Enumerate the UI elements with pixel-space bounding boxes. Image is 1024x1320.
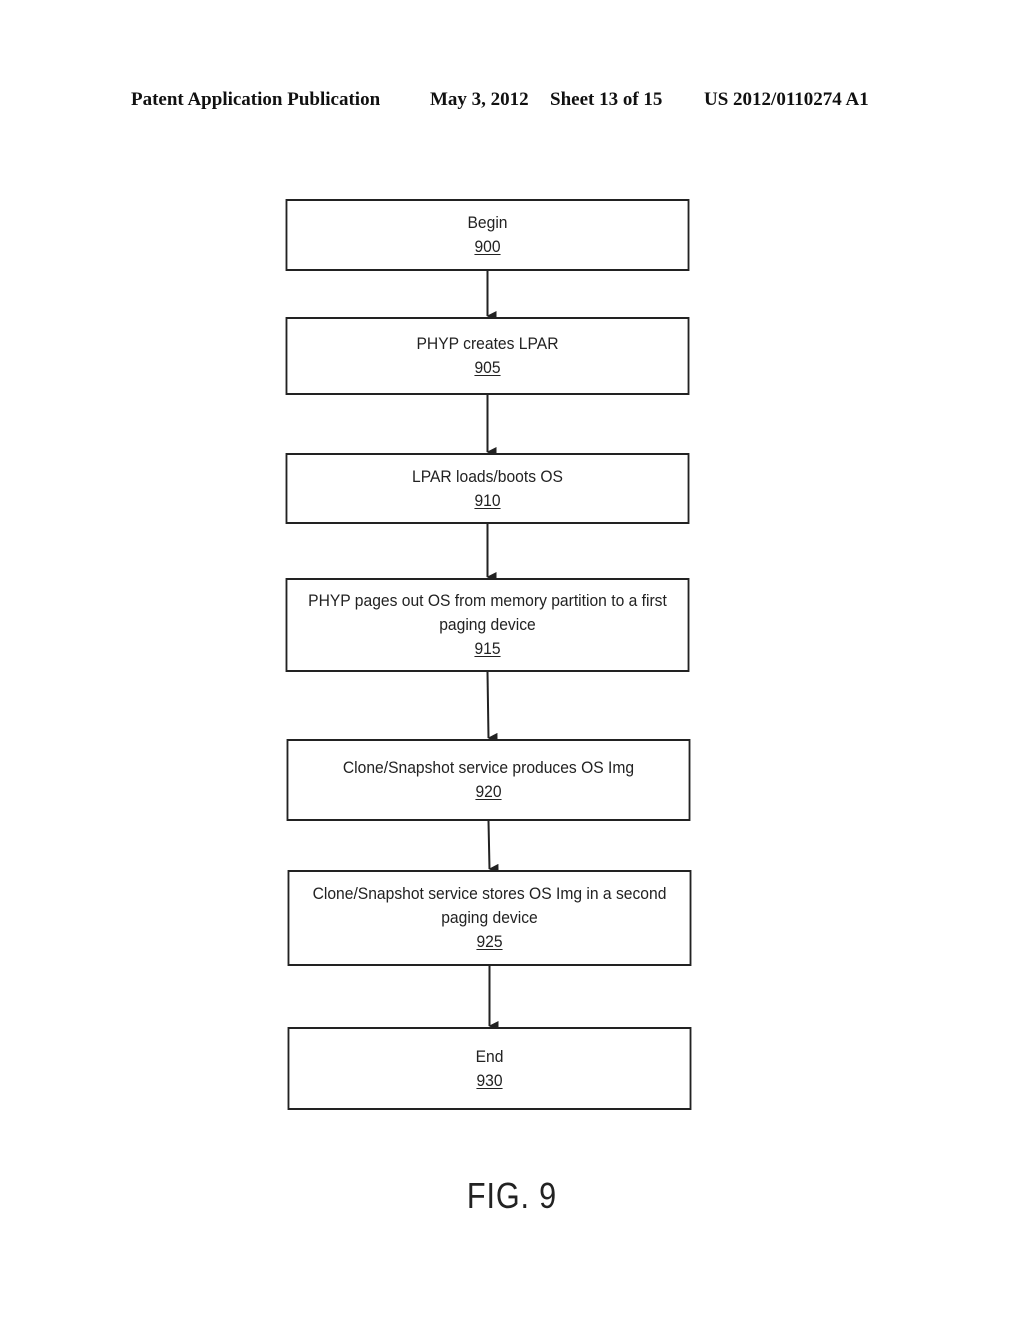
step-phyp-creates-lpar: PHYP creates LPAR 905 xyxy=(285,317,690,395)
step-label: LPAR loads/boots OS xyxy=(412,466,563,486)
flow-arrow xyxy=(487,820,499,874)
figure-caption: FIG. 9 xyxy=(466,1175,558,1216)
step-ref: 925 xyxy=(476,932,503,951)
step-ref: 915 xyxy=(474,639,501,658)
step-begin: Begin 900 xyxy=(285,199,690,271)
step-produce-os-img: Clone/Snapshot service produces OS Img 9… xyxy=(286,739,691,821)
step-ref: 900 xyxy=(474,237,501,256)
step-store-os-img: Clone/Snapshot service stores OS Img in … xyxy=(287,870,692,966)
step-page-out-os: PHYP pages out OS from memory partition … xyxy=(285,578,690,672)
step-ref: 910 xyxy=(474,490,501,510)
step-end: End 930 xyxy=(287,1027,692,1110)
flow-arrow xyxy=(486,671,498,743)
step-ref: 930 xyxy=(476,1070,503,1090)
step-label: PHYP pages out OS from memory partition … xyxy=(308,591,667,634)
step-label: Clone/Snapshot service produces OS Img xyxy=(342,758,635,777)
step-label: Clone/Snapshot service stores OS Img in … xyxy=(312,884,667,927)
step-label: Begin xyxy=(467,213,508,232)
step-ref: 905 xyxy=(474,358,501,377)
step-label: PHYP creates LPAR xyxy=(416,334,559,353)
step-ref: 920 xyxy=(475,782,502,801)
step-lpar-boots-os: LPAR loads/boots OS 910 xyxy=(285,453,690,524)
step-label: End xyxy=(475,1046,504,1066)
